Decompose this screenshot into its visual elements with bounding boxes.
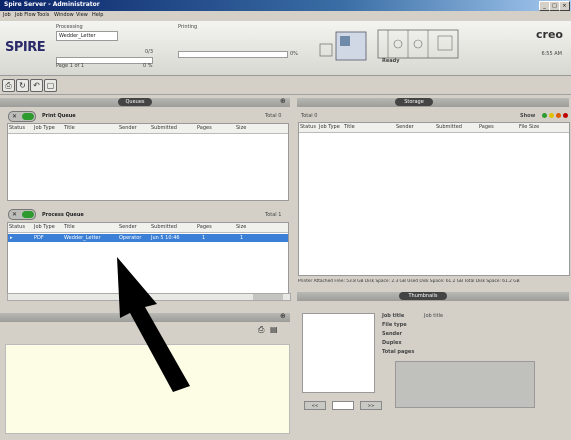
annotation-arrow — [117, 257, 190, 392]
